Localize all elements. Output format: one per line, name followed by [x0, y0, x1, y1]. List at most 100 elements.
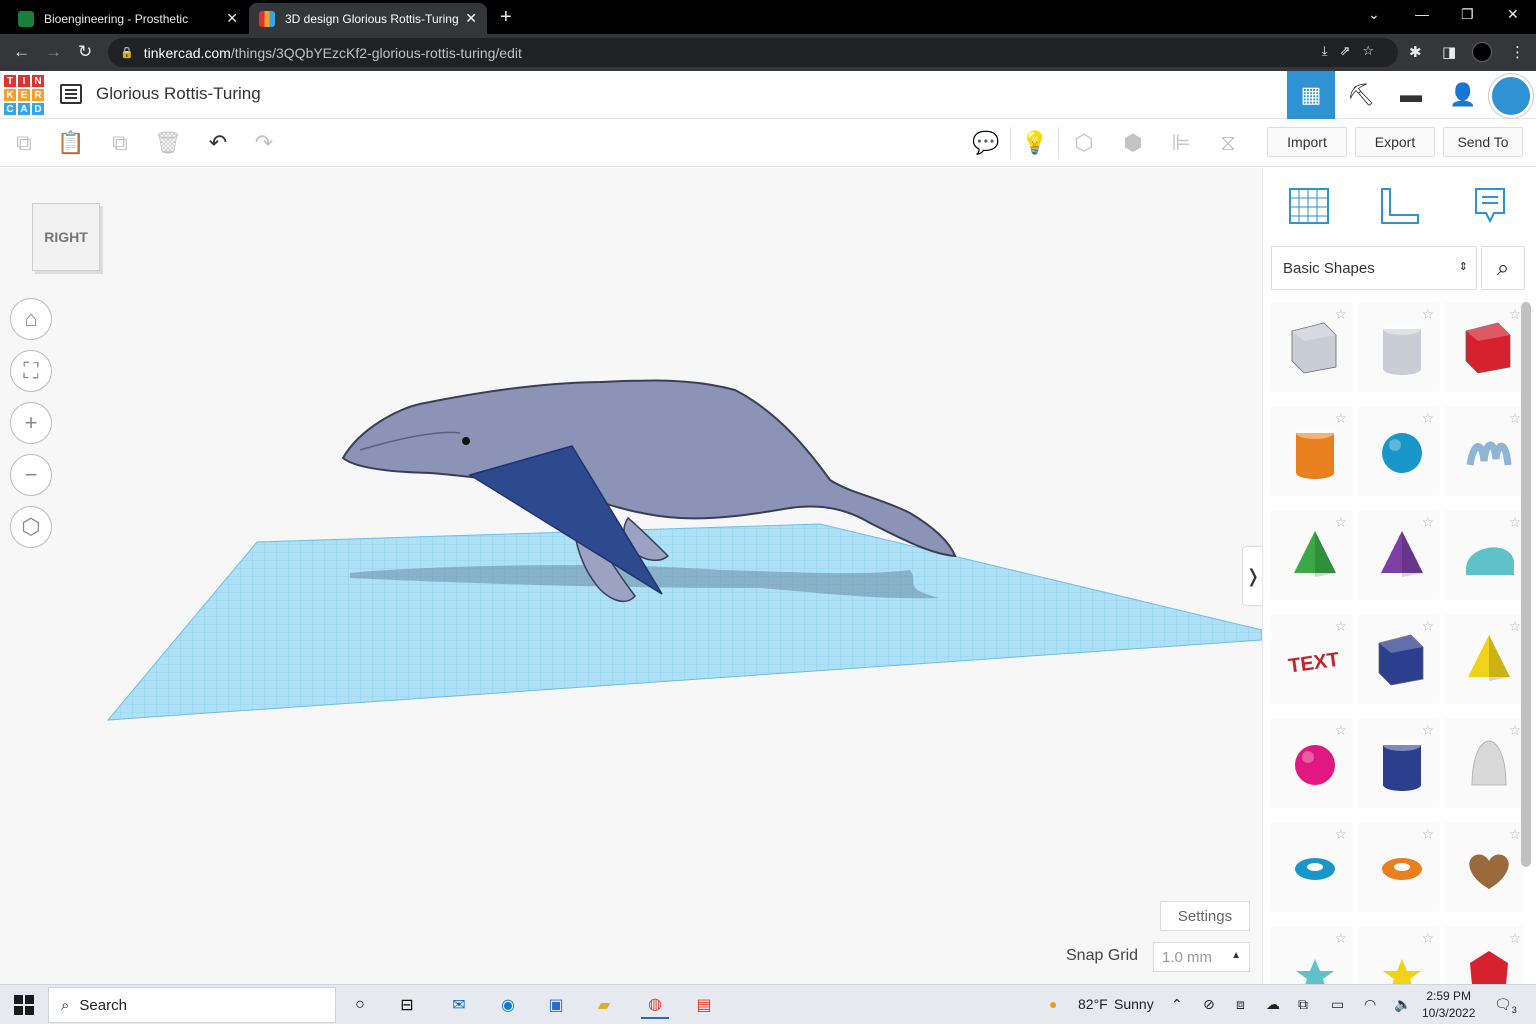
shape-tile-pyramid[interactable]: ☆	[1445, 614, 1523, 704]
minimize-icon[interactable]: —	[1415, 6, 1429, 22]
blocks-view-icon[interactable]: ⛏	[1337, 71, 1385, 119]
favorite-star-icon[interactable]: ☆	[1421, 826, 1434, 843]
favorite-star-icon[interactable]: ☆	[1334, 618, 1347, 635]
file-explorer-icon[interactable]: ▰	[590, 991, 618, 1019]
shape-tile-sphere[interactable]: ☆	[1358, 406, 1440, 496]
shape-tile-icosahedron[interactable]: ☆	[1445, 926, 1523, 984]
taskbar-search-box[interactable]: ⌕ Search	[48, 987, 336, 1023]
favorite-star-icon[interactable]: ☆	[1421, 306, 1434, 323]
3d-design-view-button[interactable]: ▦	[1287, 71, 1335, 119]
taskbar-clock[interactable]: 2:59 PM 10/3/2022	[1422, 988, 1475, 1022]
mail-icon[interactable]: ✉	[445, 991, 473, 1019]
omnibox-action-icons[interactable]: ⤓⇗☆	[1322, 43, 1386, 59]
lego-bricks-view-icon[interactable]: ▬	[1387, 71, 1435, 119]
redo-icon[interactable]: ↷	[250, 129, 278, 157]
close-tab-icon[interactable]: ✕	[465, 10, 477, 27]
tray-device-icon[interactable]: ⧈	[1236, 996, 1245, 1013]
favorite-star-icon[interactable]: ☆	[1421, 618, 1434, 635]
shape-tile-roof[interactable]: ☆	[1271, 510, 1353, 600]
group-icon[interactable]: ⬡	[1070, 129, 1098, 157]
meet-now-icon[interactable]: ⧉	[1298, 996, 1308, 1013]
task-view-icon[interactable]: ⊟	[393, 991, 421, 1019]
wifi-icon[interactable]: ◠	[1364, 996, 1376, 1013]
shape-tile-polygon[interactable]: ☆	[1358, 718, 1440, 808]
favorite-star-icon[interactable]: ☆	[1421, 514, 1434, 531]
shape-search-icon[interactable]: ⌕	[1481, 246, 1525, 290]
favorite-star-icon[interactable]: ☆	[1508, 514, 1521, 531]
notes-icon[interactable]: 💬	[972, 129, 1000, 157]
shape-tile-cylinder-hole[interactable]: ☆	[1358, 302, 1440, 392]
cortana-icon[interactable]: ○	[346, 991, 374, 1019]
perspective-toggle-icon[interactable]: ⬡	[10, 506, 52, 548]
shape-tile-cone[interactable]: ☆	[1358, 510, 1440, 600]
shape-tile-round-roof[interactable]: ☆	[1445, 510, 1523, 600]
browser-profile-avatar[interactable]	[1472, 42, 1492, 62]
tray-app-icon[interactable]: ⊘	[1203, 996, 1215, 1013]
side-panel-icon[interactable]: ◨	[1442, 43, 1456, 61]
edge-icon[interactable]: ◉	[494, 991, 522, 1019]
workplane-scene[interactable]	[0, 168, 1262, 984]
favorite-star-icon[interactable]: ☆	[1508, 826, 1521, 843]
shape-tile-scribble[interactable]: ☆	[1445, 406, 1523, 496]
extensions-icon[interactable]: ✱	[1409, 43, 1422, 61]
notes-tool-icon[interactable]	[1463, 180, 1515, 232]
show-all-icon[interactable]: 💡	[1021, 129, 1049, 157]
zoom-in-icon[interactable]: +	[10, 402, 52, 444]
back-icon[interactable]: ←	[13, 42, 30, 62]
panel-scrollbar[interactable]	[1521, 302, 1531, 867]
import-button[interactable]: Import	[1267, 127, 1347, 157]
shape-tile-heart[interactable]: ☆	[1445, 822, 1523, 912]
ungroup-icon[interactable]: ⬢	[1119, 129, 1147, 157]
shape-tile-wedge[interactable]: ☆	[1358, 614, 1440, 704]
workplane-tool-icon[interactable]	[1283, 180, 1335, 232]
url-field[interactable]: 🔒 tinkercad.com /things/3QQbYEzcKf2-glor…	[108, 38, 1398, 67]
shape-tile-star-yellow[interactable]: ☆	[1358, 926, 1440, 984]
battery-icon[interactable]: ▭	[1331, 996, 1344, 1013]
chrome-icon[interactable]: ◍	[641, 991, 669, 1019]
office-icon[interactable]: ▤	[690, 991, 718, 1019]
delete-icon[interactable]: 🗑	[154, 129, 182, 157]
copy-icon[interactable]: ⧉	[10, 129, 38, 157]
favorite-star-icon[interactable]: ☆	[1508, 618, 1521, 635]
tinkercad-logo[interactable]: TINKERCAD	[3, 74, 45, 116]
close-tab-icon[interactable]: ✕	[226, 10, 238, 27]
restore-icon[interactable]: ❐	[1461, 6, 1474, 23]
shape-tile-text[interactable]: TEXT ☆	[1271, 614, 1353, 704]
favorite-star-icon[interactable]: ☆	[1334, 930, 1347, 947]
close-window-icon[interactable]: ✕	[1507, 6, 1519, 23]
volume-icon[interactable]: 🔈	[1394, 996, 1411, 1013]
tray-overflow-icon[interactable]: ⌃	[1171, 996, 1183, 1013]
design-title[interactable]: Glorious Rottis-Turing	[96, 84, 261, 104]
duplicate-icon[interactable]: ⧉	[106, 129, 134, 157]
mirror-icon[interactable]: ⧖	[1214, 129, 1242, 157]
favorite-star-icon[interactable]: ☆	[1421, 722, 1434, 739]
user-avatar[interactable]	[1489, 74, 1533, 118]
workplane-viewport[interactable]: RIGHT ⌂ ⛶ + − ⬡ ❭ Settings Snap Grid 1.0…	[0, 168, 1262, 984]
shape-category-select[interactable]: Basic Shapes ⇕	[1271, 246, 1477, 290]
favorite-star-icon[interactable]: ☆	[1508, 930, 1521, 947]
favorite-star-icon[interactable]: ☆	[1508, 722, 1521, 739]
notifications-icon[interactable]: 🗨3	[1494, 996, 1517, 1015]
undo-icon[interactable]: ↶	[204, 129, 232, 157]
shape-tile-cylinder[interactable]: ☆	[1271, 406, 1353, 496]
shape-tile-paraboloid[interactable]: ☆	[1445, 718, 1523, 808]
add-user-icon[interactable]: 👤	[1439, 71, 1487, 119]
export-button[interactable]: Export	[1355, 127, 1435, 157]
fit-view-icon[interactable]: ⛶	[10, 350, 52, 392]
onedrive-icon[interactable]: ☁	[1266, 996, 1280, 1013]
tab-search-icon[interactable]: ⌄	[1368, 6, 1380, 23]
browser-tab-classroom[interactable]: Bioengineering - Prosthetic ✕	[8, 3, 248, 34]
design-list-icon[interactable]	[60, 84, 82, 104]
zoom-out-icon[interactable]: −	[10, 454, 52, 496]
shape-tile-tube[interactable]: ☆	[1358, 822, 1440, 912]
browser-menu-icon[interactable]: ⋮	[1510, 43, 1525, 61]
forward-icon[interactable]: →	[45, 42, 62, 62]
favorite-star-icon[interactable]: ☆	[1421, 930, 1434, 947]
shape-tile-half-sphere[interactable]: ☆	[1271, 718, 1353, 808]
collapse-panel-icon[interactable]: ❭	[1242, 546, 1262, 606]
settings-button[interactable]: Settings	[1160, 901, 1250, 931]
paste-icon[interactable]: 📋	[57, 129, 85, 157]
favorite-star-icon[interactable]: ☆	[1334, 306, 1347, 323]
favorite-star-icon[interactable]: ☆	[1508, 410, 1521, 427]
reload-icon[interactable]: ↻	[78, 42, 92, 62]
